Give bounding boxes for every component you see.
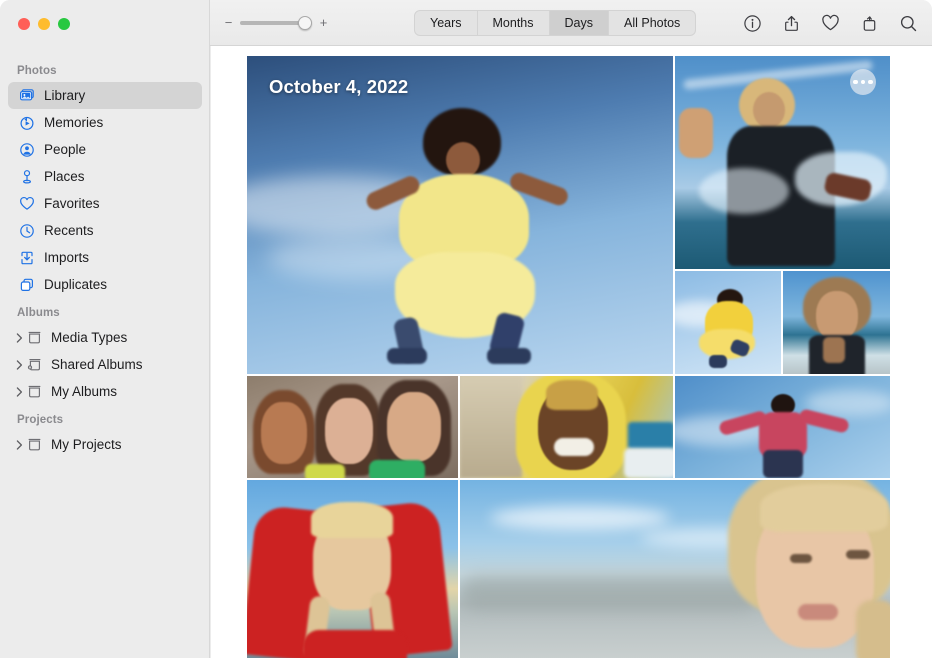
album-icon [25,383,44,400]
toolbar-actions [742,0,918,46]
sidebar-item-my-projects[interactable]: My Projects [8,431,202,458]
heart-icon [17,195,37,212]
sidebar-item-people[interactable]: People [8,136,202,163]
sidebar-item-recents[interactable]: Recents [8,217,202,244]
sidebar-item-label: My Albums [51,384,117,399]
tab-months[interactable]: Months [478,11,550,35]
dot [853,80,858,85]
favorite-icon[interactable] [820,13,840,33]
photo-thumbnail[interactable] [783,271,890,374]
sidebar-item-label: Duplicates [44,277,107,292]
clock-icon [17,222,37,239]
photo-thumbnail-selected[interactable] [247,376,458,478]
duplicates-icon [17,276,37,293]
rotate-icon[interactable] [859,13,879,33]
sidebar-item-label: Imports [44,250,89,265]
tab-days[interactable]: Days [550,11,609,35]
photo-thumbnail[interactable] [675,56,890,269]
view-mode-tabs: Years Months Days All Photos [414,10,696,36]
places-icon [17,168,37,185]
album-icon [25,329,44,346]
sidebar-item-label: Recents [44,223,94,238]
info-icon[interactable] [742,13,762,33]
sidebar-item-label: My Projects [51,437,122,452]
photo-thumbnail[interactable] [460,480,890,658]
chevron-right-icon[interactable] [14,333,25,343]
toolbar: − + Years Months Days All Photos [210,0,932,46]
sidebar-nav: Photos Library Memories People [0,56,210,458]
photo-grid-area: October 4, 2022 [211,46,932,658]
zoom-slider[interactable]: − + [224,16,328,29]
people-icon [17,141,37,158]
sidebar-item-favorites[interactable]: Favorites [8,190,202,217]
search-icon[interactable] [898,13,918,33]
memories-icon [17,114,37,131]
sidebar-item-my-albums[interactable]: My Albums [8,378,202,405]
share-icon[interactable] [781,13,801,33]
sidebar-item-media-types[interactable]: Media Types [8,324,202,351]
sidebar-item-label: Shared Albums [51,357,143,372]
zoom-out-label[interactable]: − [224,16,233,29]
chevron-right-icon[interactable] [14,360,25,370]
library-icon [17,87,37,104]
sidebar-item-label: Places [44,169,85,184]
zoom-slider-knob[interactable] [298,16,312,30]
chevron-right-icon[interactable] [14,440,25,450]
sidebar-section-photos: Photos [0,56,210,82]
tab-years[interactable]: Years [415,11,478,35]
more-options-button[interactable] [850,69,876,95]
shared-album-icon [25,356,44,373]
tab-all-photos[interactable]: All Photos [609,11,695,35]
zoom-in-label[interactable]: + [319,16,328,29]
sidebar-item-library[interactable]: Library [8,82,202,109]
sidebar-item-label: Favorites [44,196,100,211]
sidebar-item-imports[interactable]: Imports [8,244,202,271]
photos-app-window: Photos Library Memories People [0,0,932,658]
sidebar-item-duplicates[interactable]: Duplicates [8,271,202,298]
zoom-button[interactable] [58,18,70,30]
sidebar-item-label: Media Types [51,330,127,345]
photo-thumbnail[interactable] [675,376,890,478]
chevron-right-icon[interactable] [14,387,25,397]
sidebar-item-label: People [44,142,86,157]
sidebar-item-places[interactable]: Places [8,163,202,190]
zoom-slider-track[interactable] [240,21,312,25]
album-icon [25,436,44,453]
photo-thumbnail[interactable] [247,480,458,658]
photo-thumbnail[interactable] [460,376,673,478]
photo-thumbnail[interactable] [675,271,781,374]
sidebar-item-label: Library [44,88,85,103]
sidebar-item-label: Memories [44,115,103,130]
sidebar-section-albums: Albums [0,298,210,324]
close-button[interactable] [18,18,30,30]
dot [861,80,866,85]
dot [868,80,873,85]
minimize-button[interactable] [38,18,50,30]
sidebar-item-memories[interactable]: Memories [8,109,202,136]
sidebar: Photos Library Memories People [0,0,210,658]
photo-thumbnail[interactable]: October 4, 2022 [247,56,673,374]
sidebar-section-projects: Projects [0,405,210,431]
sidebar-item-shared-albums[interactable]: Shared Albums [8,351,202,378]
window-controls [18,18,70,30]
import-icon [17,249,37,266]
